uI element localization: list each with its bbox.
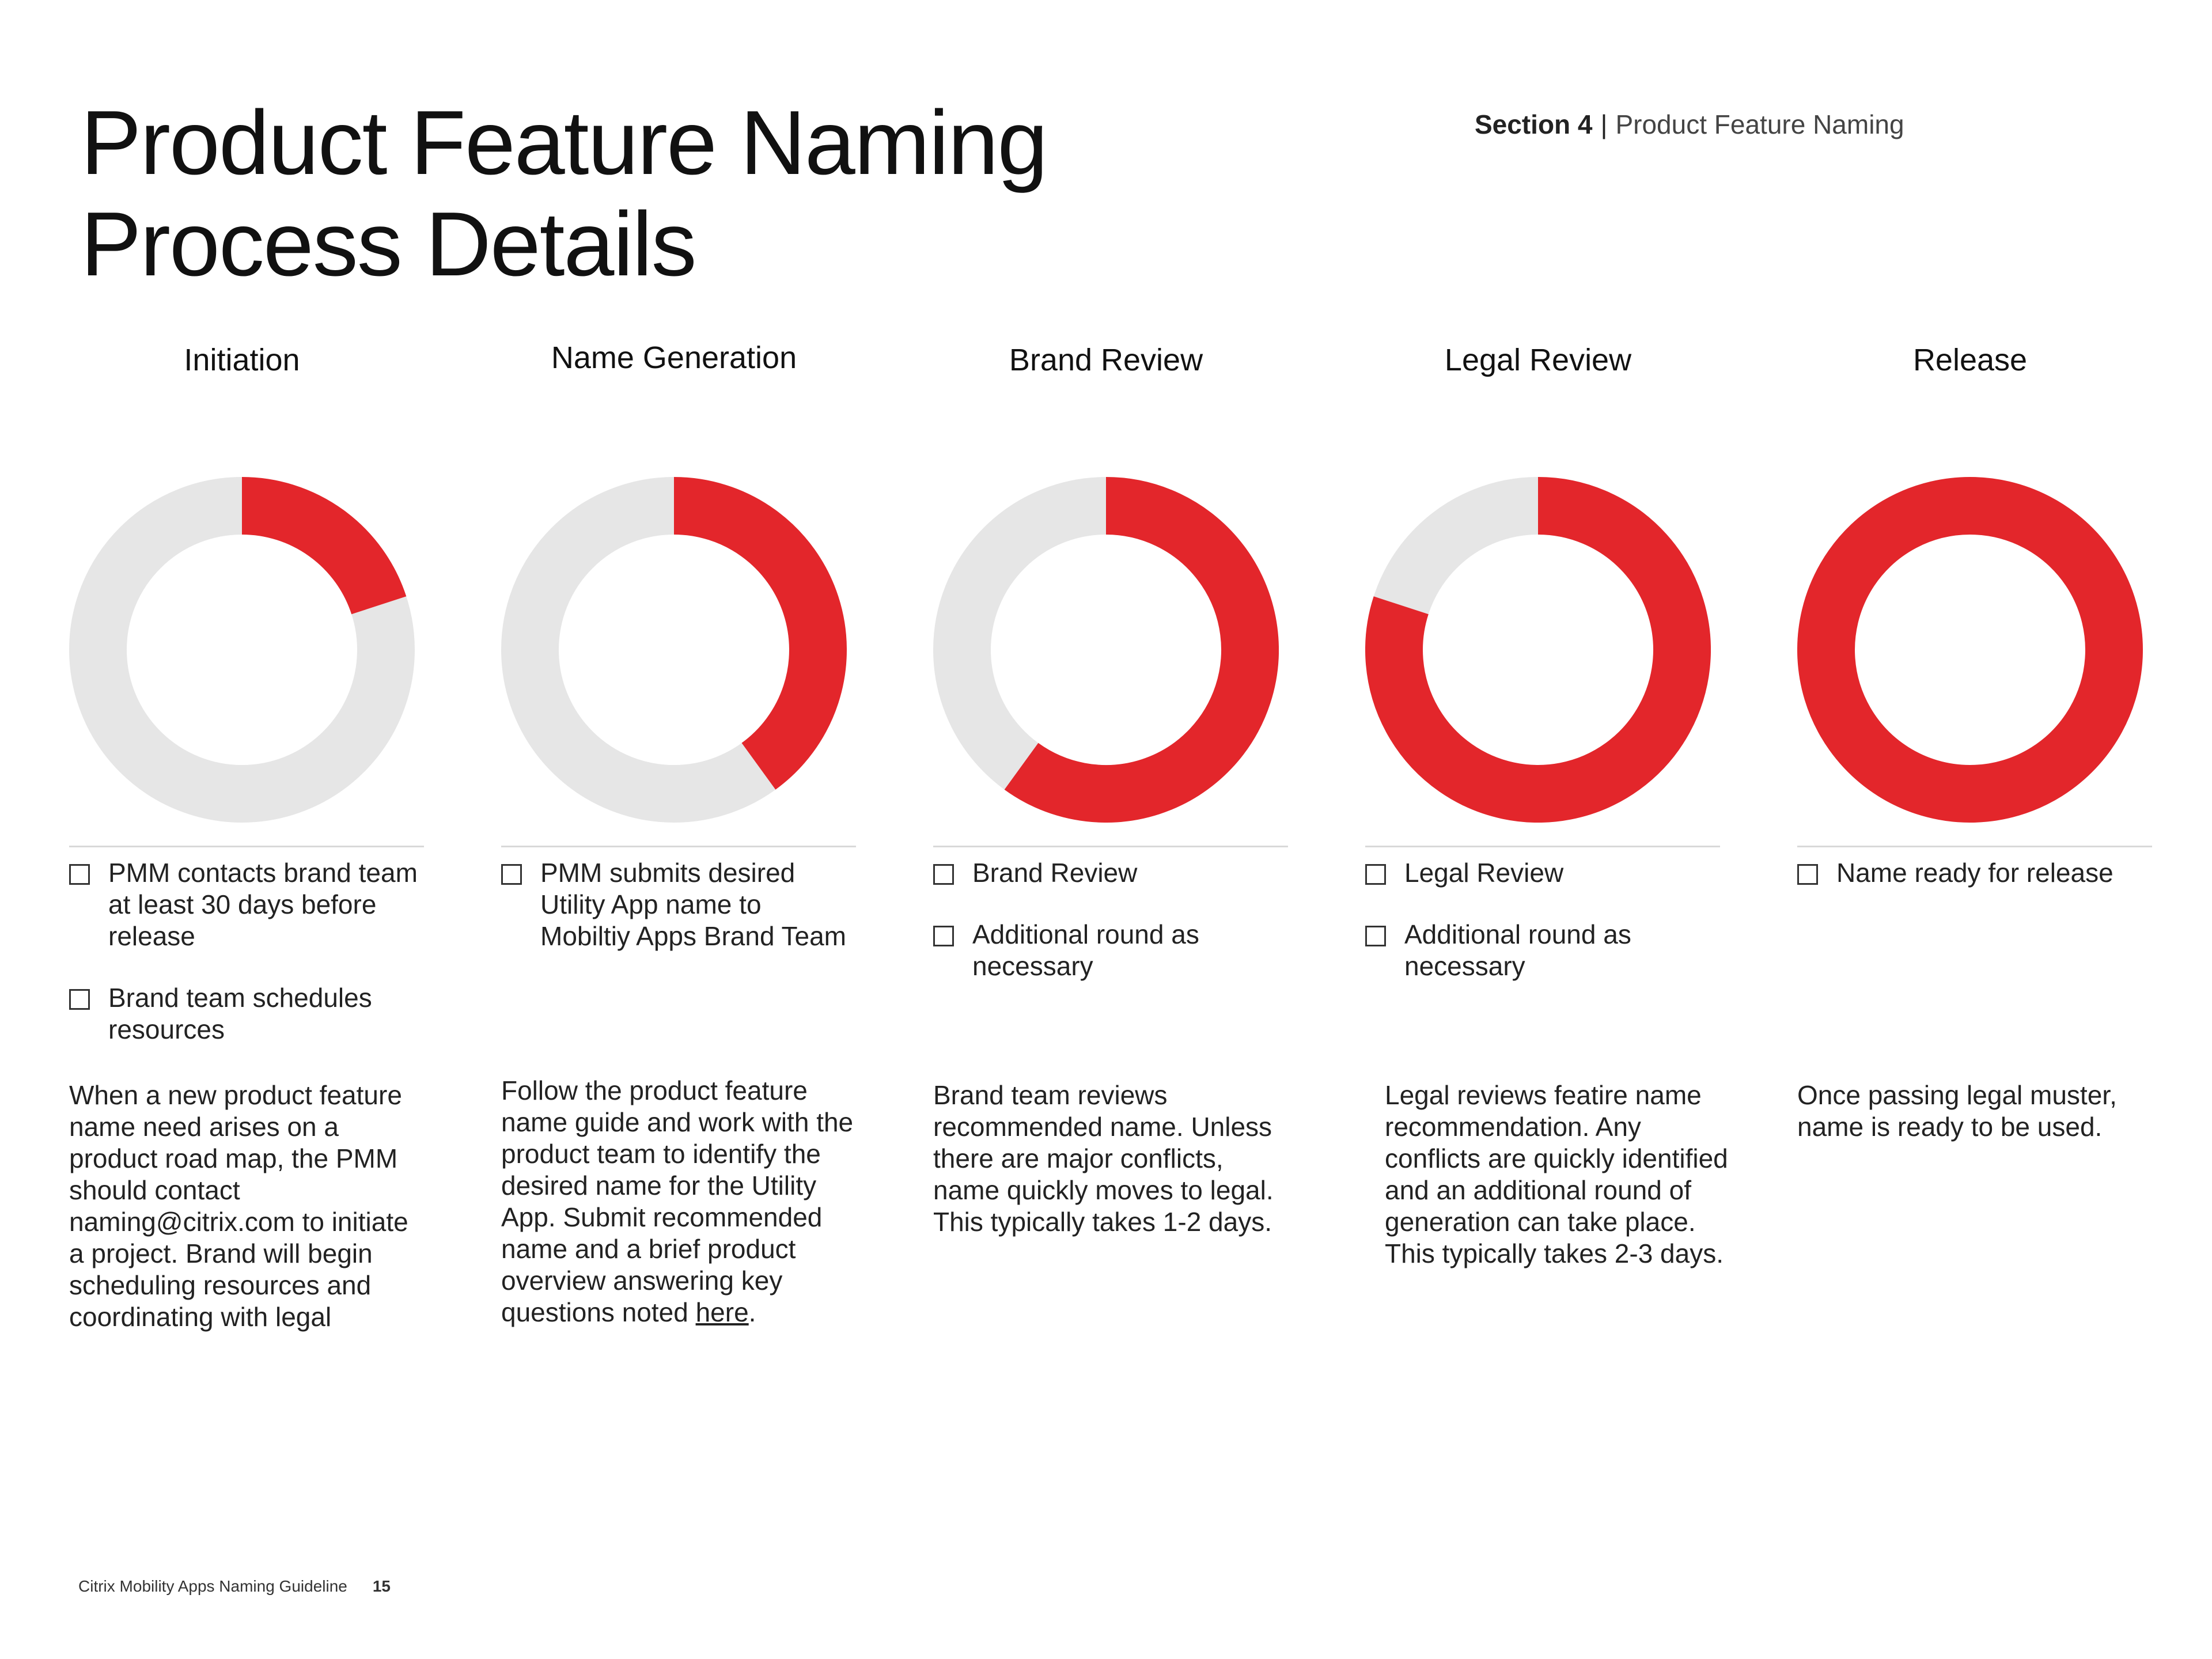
progress-donut	[501, 477, 847, 823]
divider-line	[69, 846, 424, 847]
divider-line	[501, 846, 856, 847]
stage-description-end: .	[748, 1297, 756, 1327]
task-checkbox[interactable]	[69, 864, 90, 885]
task-checkbox[interactable]	[933, 864, 954, 885]
task-list: PMM contacts brand team at least 30 days…	[69, 857, 426, 1075]
donut-progress-arc	[1004, 477, 1279, 823]
stage-name-generation: Name Generation PMM submits desired Util…	[501, 0, 870, 1659]
progress-donut	[69, 477, 415, 823]
task-item: Additional round as necessary	[1365, 919, 1722, 982]
task-checkbox[interactable]	[1365, 864, 1386, 885]
page-number: 15	[372, 1577, 391, 1595]
donut-progress-arc	[241, 477, 407, 615]
footer-document-title: Citrix Mobility Apps Naming Guideline	[78, 1577, 347, 1595]
task-list: Brand Review Additional round as necessa…	[933, 857, 1290, 1012]
stage-title: Legal Review	[1444, 343, 1632, 377]
donut-progress-arc	[1797, 477, 2143, 823]
stage-title: Initiation	[184, 343, 300, 377]
stage-description: Follow the product feature name guide an…	[501, 1075, 858, 1328]
task-item: Brand team schedules resources	[69, 982, 426, 1046]
stage-description-text: Follow the product feature name guide an…	[501, 1075, 854, 1327]
task-item: Additional round as necessary	[933, 919, 1290, 982]
progress-donut	[1797, 477, 2143, 823]
task-label: Legal Review	[1404, 858, 1564, 888]
task-checkbox[interactable]	[1365, 926, 1386, 946]
task-checkbox[interactable]	[1797, 864, 1818, 885]
task-label: Brand team schedules resources	[108, 983, 372, 1044]
here-link[interactable]: here	[696, 1297, 749, 1327]
stage-description: Once passing legal muster, name is ready…	[1797, 1080, 2117, 1142]
progress-donut	[933, 477, 1279, 823]
task-label: Additional round as necessary	[972, 919, 1199, 981]
task-label: PMM submits desired Utility App name to …	[540, 858, 846, 951]
task-label: Additional round as necessary	[1404, 919, 1631, 981]
divider-line	[933, 846, 1288, 847]
task-label: PMM contacts brand team at least 30 days…	[108, 858, 418, 951]
stage-title: Release	[1912, 343, 2028, 377]
stage-description: When a new product feature name need ari…	[69, 1080, 408, 1332]
task-label: Name ready for release	[1836, 858, 2113, 888]
task-checkbox[interactable]	[933, 926, 954, 946]
progress-donut	[1365, 477, 1711, 823]
task-item: PMM contacts brand team at least 30 days…	[69, 857, 426, 952]
task-checkbox[interactable]	[69, 989, 90, 1010]
stage-initiation: Initiation PMM contacts brand team at le…	[69, 0, 438, 1659]
task-item: Brand Review	[933, 857, 1290, 889]
task-list: Legal Review Additional round as necessa…	[1365, 857, 1722, 1012]
task-item: Name ready for release	[1797, 857, 2154, 889]
stage-brand-review: Brand Review Brand Review Additional rou…	[933, 0, 1302, 1659]
stage-description: Brand team reviews recommended name. Unl…	[933, 1080, 1274, 1237]
donut-progress-arc	[673, 477, 847, 790]
stage-title: Name Generation	[551, 340, 797, 375]
task-label: Brand Review	[972, 858, 1138, 888]
divider-line	[1797, 846, 2152, 847]
task-list: Name ready for release	[1797, 857, 2154, 919]
task-checkbox[interactable]	[501, 864, 522, 885]
divider-line	[1365, 846, 1720, 847]
stage-description: Legal reviews featire name recommendatio…	[1385, 1080, 1728, 1268]
task-item: PMM submits desired Utility App name to …	[501, 857, 858, 952]
stage-title: Brand Review	[1009, 343, 1203, 377]
stage-release: Release Name ready for release Once pass…	[1797, 0, 2166, 1659]
task-item: Legal Review	[1365, 857, 1722, 889]
page-footer: Citrix Mobility Apps Naming Guideline 15	[78, 1576, 391, 1597]
task-list: PMM submits desired Utility App name to …	[501, 857, 858, 982]
stage-legal-review: Legal Review Legal Review Additional rou…	[1365, 0, 1734, 1659]
